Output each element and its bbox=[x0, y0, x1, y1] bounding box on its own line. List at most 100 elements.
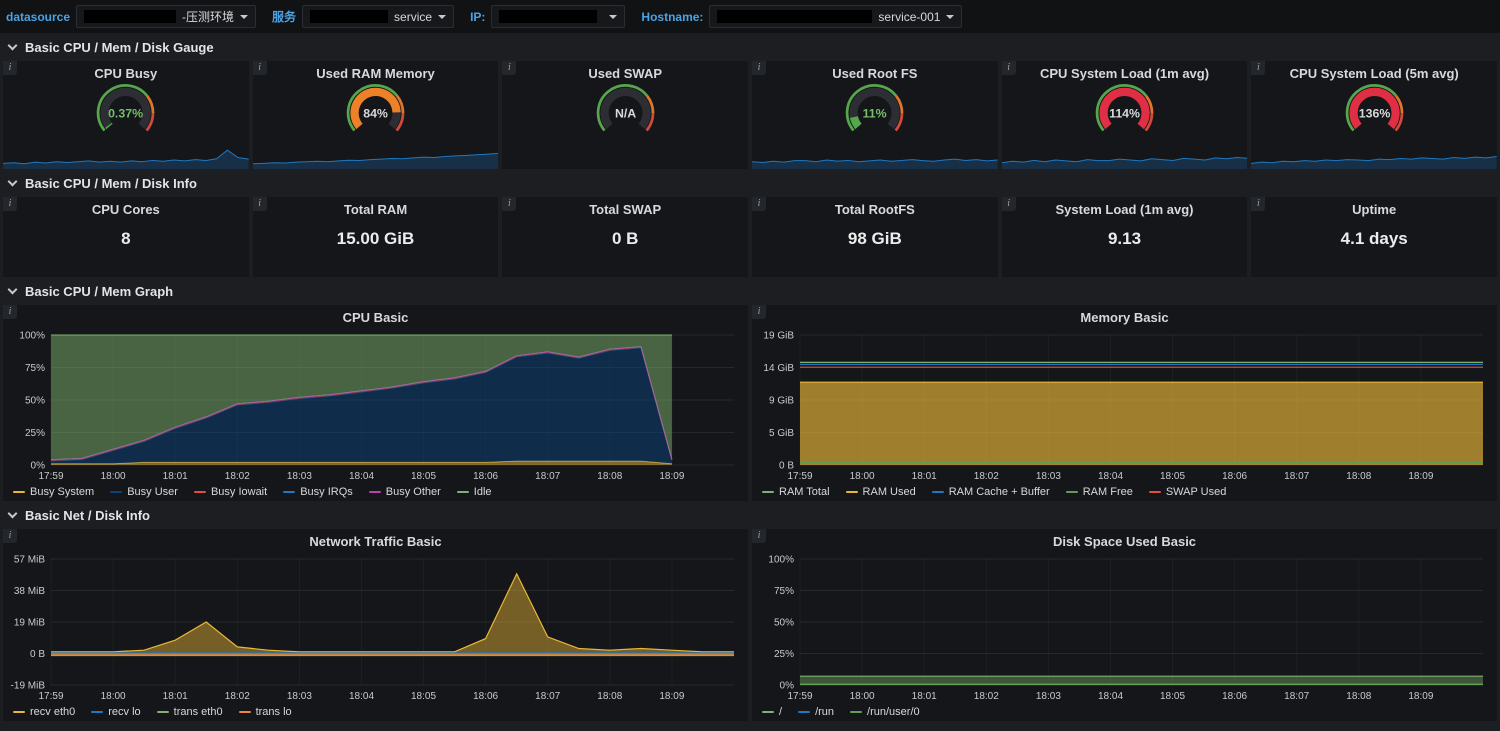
info-icon[interactable]: i bbox=[3, 529, 17, 543]
panel-title[interactable]: CPU Cores bbox=[3, 202, 249, 217]
legend-label: / bbox=[779, 706, 783, 718]
legend-item-busy-iowait[interactable]: Busy Iowait bbox=[193, 486, 267, 498]
info-icon[interactable]: i bbox=[752, 197, 767, 211]
svg-text:18:01: 18:01 bbox=[912, 471, 937, 482]
panel-title[interactable]: Total RootFS bbox=[752, 202, 998, 217]
legend-label: Busy IRQs bbox=[300, 486, 353, 498]
memory-basic-chart[interactable]: 0 B 5 GiB 9 GiB 14 GiB 19 GiB 17:59 18:00 18:01… bbox=[754, 329, 1495, 483]
info-icon[interactable]: i bbox=[752, 529, 766, 543]
info-icon[interactable]: i bbox=[252, 61, 267, 75]
hostname-select[interactable]: service-001 bbox=[709, 5, 963, 28]
disk-space-chart[interactable]: 0% 25% 50% 75% 100% 17:59 18:00 18:01 18:02 18:03… bbox=[754, 553, 1495, 703]
legend-color-dash bbox=[798, 711, 811, 713]
panel-title[interactable]: Used RAM Memory bbox=[253, 66, 499, 81]
legend-item-run[interactable]: /run bbox=[798, 706, 834, 718]
svg-text:18:04: 18:04 bbox=[1098, 691, 1123, 702]
legend-item-run-user-0[interactable]: /run/user/0 bbox=[850, 706, 920, 718]
svg-text:18:06: 18:06 bbox=[1222, 691, 1247, 702]
info-icon[interactable]: i bbox=[252, 197, 267, 211]
svg-text:25%: 25% bbox=[774, 649, 794, 660]
panel-title[interactable]: CPU Busy bbox=[3, 66, 249, 81]
legend-item-ram-cache-buffer[interactable]: RAM Cache + Buffer bbox=[931, 486, 1050, 498]
legend-item-ram-used[interactable]: RAM Used bbox=[845, 486, 916, 498]
info-icon[interactable]: i bbox=[3, 305, 17, 319]
chevron-down-icon bbox=[240, 14, 249, 19]
panel-title[interactable]: Used Root FS bbox=[752, 66, 998, 81]
legend-item-swap-used[interactable]: SWAP Used bbox=[1148, 486, 1226, 498]
redaction-block bbox=[310, 10, 389, 23]
chevron-down-icon bbox=[7, 284, 18, 295]
legend-item-busy-other[interactable]: Busy Other bbox=[368, 486, 441, 498]
panel-used-root-fs: i Used Root FS 11% bbox=[752, 61, 998, 169]
datasource-select[interactable]: -压测环境 bbox=[76, 5, 257, 28]
panel-title[interactable]: System Load (1m avg) bbox=[1002, 202, 1248, 217]
svg-text:18:09: 18:09 bbox=[659, 691, 684, 702]
row-header-graph[interactable]: Basic CPU / Mem Graph bbox=[0, 277, 1500, 305]
legend-color-dash bbox=[283, 491, 296, 493]
info-icon[interactable]: i bbox=[3, 61, 17, 75]
stat-row-panels: i CPU Cores 8 i Total RAM 15.00 GiB i To… bbox=[0, 197, 1500, 277]
sparkline bbox=[1251, 145, 1498, 169]
svg-text:38 MiB: 38 MiB bbox=[14, 586, 45, 597]
svg-text:18:00: 18:00 bbox=[850, 691, 875, 702]
legend-item-busy-user[interactable]: Busy User bbox=[110, 486, 178, 498]
panel-title[interactable]: Memory Basic bbox=[752, 310, 1497, 325]
legend-item-recv-lo[interactable]: recv lo bbox=[91, 706, 141, 718]
info-icon[interactable]: i bbox=[752, 305, 766, 319]
svg-text:18:00: 18:00 bbox=[101, 471, 126, 482]
legend-color-dash bbox=[456, 491, 469, 493]
panel-title[interactable]: Total RAM bbox=[253, 202, 499, 217]
svg-text:18:02: 18:02 bbox=[225, 471, 250, 482]
info-icon[interactable]: i bbox=[1251, 197, 1266, 211]
legend-item-trans-eth0[interactable]: trans eth0 bbox=[156, 706, 223, 718]
row-header-info[interactable]: Basic CPU / Mem / Disk Info bbox=[0, 169, 1500, 197]
svg-text:18:05: 18:05 bbox=[411, 691, 436, 702]
svg-text:114%: 114% bbox=[1109, 106, 1140, 120]
legend-item-[interactable]: / bbox=[762, 706, 782, 718]
row-header-gauge[interactable]: Basic CPU / Mem / Disk Gauge bbox=[0, 33, 1500, 61]
info-icon[interactable]: i bbox=[502, 61, 517, 75]
legend-color-dash bbox=[193, 491, 206, 493]
svg-text:19 GiB: 19 GiB bbox=[763, 331, 794, 342]
svg-text:18:03: 18:03 bbox=[1036, 691, 1061, 702]
legend-label: recv lo bbox=[108, 706, 141, 718]
stat-value: 8 bbox=[121, 229, 131, 248]
stat-value: 15.00 GiB bbox=[336, 229, 415, 248]
info-icon[interactable]: i bbox=[1001, 197, 1016, 211]
svg-text:18:06: 18:06 bbox=[473, 471, 498, 482]
disk-space-legend: / /run/run/user/0 bbox=[762, 704, 920, 720]
network-traffic-chart[interactable]: -19 MiB 0 B 19 MiB 38 MiB 57 MiB 17:59 18:00 18… bbox=[5, 553, 746, 703]
service-select[interactable]: service bbox=[302, 5, 455, 28]
info-icon[interactable]: i bbox=[1251, 61, 1266, 75]
legend-item-idle[interactable]: Idle bbox=[456, 486, 492, 498]
legend-item-ram-total[interactable]: RAM Total bbox=[762, 486, 830, 498]
panel-title[interactable]: Disk Space Used Basic bbox=[752, 534, 1497, 549]
ip-select[interactable] bbox=[491, 5, 626, 28]
svg-text:18:07: 18:07 bbox=[535, 691, 560, 702]
var-ip-label: IP: bbox=[470, 9, 486, 24]
legend-color-dash bbox=[1065, 491, 1078, 493]
cpu-busy-gauge: 0.37% bbox=[3, 80, 249, 144]
legend-label: RAM Cache + Buffer bbox=[948, 486, 1050, 498]
legend-item-busy-system[interactable]: Busy System bbox=[13, 486, 94, 498]
sparkline bbox=[502, 145, 748, 169]
info-icon[interactable]: i bbox=[502, 197, 517, 211]
panel-title[interactable]: Network Traffic Basic bbox=[3, 534, 748, 549]
info-icon[interactable]: i bbox=[3, 197, 17, 211]
legend-item-trans-lo[interactable]: trans lo bbox=[238, 706, 292, 718]
panel-title[interactable]: CPU System Load (5m avg) bbox=[1251, 66, 1497, 81]
info-icon[interactable]: i bbox=[752, 61, 767, 75]
panel-title[interactable]: CPU System Load (1m avg) bbox=[1002, 66, 1248, 81]
svg-text:18:06: 18:06 bbox=[473, 691, 498, 702]
cpu-basic-chart[interactable]: 0% 25% 50% 75% 100% 17:59 18:00 18:01 18:02 18:03… bbox=[5, 329, 746, 483]
panel-title[interactable]: Uptime bbox=[1251, 202, 1497, 217]
panel-memory-basic: i Memory Basic 0 B 5 GiB 9 GiB 14 GiB 19 GiB… bbox=[752, 305, 1497, 501]
info-icon[interactable]: i bbox=[1001, 61, 1016, 75]
panel-title[interactable]: Used SWAP bbox=[502, 66, 748, 81]
legend-item-busy-irqs[interactable]: Busy IRQs bbox=[283, 486, 353, 498]
row-header-net-disk[interactable]: Basic Net / Disk Info bbox=[0, 501, 1500, 529]
legend-item-ram-free[interactable]: RAM Free bbox=[1065, 486, 1133, 498]
legend-item-recv-eth0[interactable]: recv eth0 bbox=[13, 706, 75, 718]
panel-title[interactable]: CPU Basic bbox=[3, 310, 748, 325]
panel-title[interactable]: Total SWAP bbox=[502, 202, 748, 217]
